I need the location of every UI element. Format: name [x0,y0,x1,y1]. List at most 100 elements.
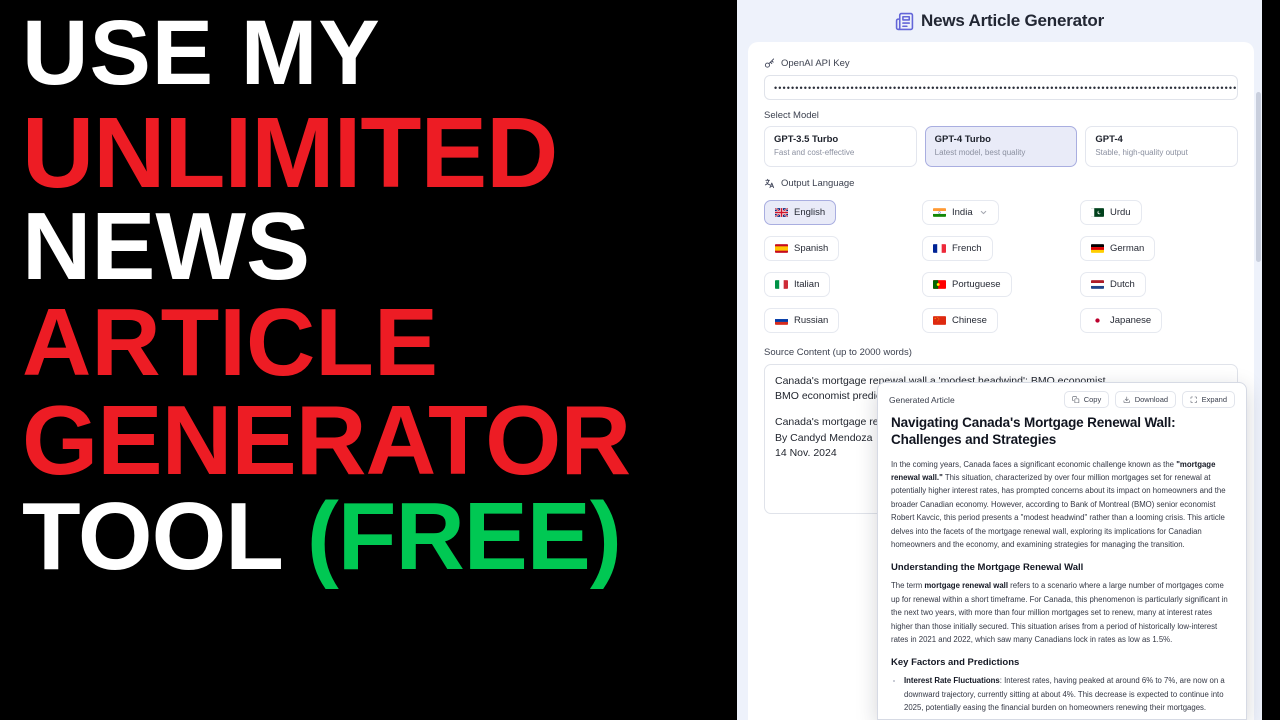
thumbnail-headline: USE MY UNLIMITED NEWS ARTICLE GENERATOR … [0,0,790,720]
headline-line-3: NEWS [22,193,310,301]
language-option-russian[interactable]: Russian [764,308,840,334]
language-cell: Chinese [922,303,1080,339]
flag-cn-icon [933,316,946,326]
language-option-chinese[interactable]: Chinese [922,308,998,334]
language-cell: India [922,195,1080,231]
flag-fr-icon [933,244,946,254]
language-cell: Italian [764,267,922,303]
copy-button-label: Copy [1083,395,1102,404]
headline-line-4: ARTICLE [22,289,438,397]
section1-text-part1: The term [891,581,925,591]
key-icon [764,58,775,68]
generated-article-title: Generated Article [889,394,955,405]
article-intro-paragraph: In the coming years, Canada faces a sign… [891,458,1233,552]
model-option-gpt4turbo[interactable]: GPT-4 Turbo Latest model, best quality [924,126,1078,167]
download-button-label: Download [1134,395,1169,404]
article-heading: Navigating Canada's Mortgage Renewal Wal… [891,415,1176,448]
language-option-urdu[interactable]: Urdu [1080,200,1142,226]
expand-button-label: Expand [1201,395,1227,404]
headline-line-5: GENERATOR [22,385,631,496]
language-label: German [1110,243,1145,255]
language-cell: Russian [764,303,922,339]
section1-text-part2: refers to a scenario where a large numbe… [891,581,1228,644]
output-language-label: Output Language [764,178,1238,189]
language-option-india[interactable]: India [922,200,999,226]
language-option-dutch[interactable]: Dutch [1080,272,1146,298]
language-option-spanish[interactable]: Spanish [764,236,840,262]
generated-article-body: Navigating Canada's Mortgage Renewal Wal… [878,414,1246,715]
headline-line-1: USE MY [22,2,381,104]
download-icon [1123,396,1131,403]
intro-text-part1: In the coming years, Canada faces a sign… [891,459,1177,469]
language-label: India [952,207,973,219]
download-button[interactable]: Download [1115,391,1177,408]
model-name: GPT-3.5 Turbo [774,134,839,145]
language-option-german[interactable]: German [1080,236,1156,262]
app-title-text: News Article Generator [921,11,1104,30]
copy-button[interactable]: Copy [1064,391,1110,408]
language-label: Spanish [794,243,829,255]
language-label: English [794,207,826,219]
language-cell: German [1080,231,1238,267]
language-option-italian[interactable]: Italian [764,272,831,298]
app-header: News Article Generator [737,0,1262,42]
flag-es-icon [775,244,788,254]
language-cell: Japanese [1080,303,1238,339]
app-scrollbar-thumb[interactable] [1256,92,1261,262]
flag-nl-icon [1091,280,1104,290]
right-letterbox [1262,0,1280,720]
language-label: Urdu [1110,207,1131,219]
newspaper-icon [895,12,914,30]
language-cell: English [764,195,922,231]
language-cell: Dutch [1080,267,1238,303]
model-options: GPT-3.5 Turbo Fast and cost-effective GP… [764,126,1239,167]
list-item: Interest Rate Fluctuations: Interest rat… [904,674,1233,714]
model-desc: Fast and cost-effective [774,148,855,158]
api-key-input[interactable]: ••••••••••••••••••••••••••••••••••••••••… [764,75,1238,100]
model-name: GPT-4 [1095,134,1123,145]
flag-pt-icon [933,280,946,290]
flag-ru-icon [775,316,788,326]
flag-jp-icon [1091,316,1104,326]
headline-line-6: TOOL (FREE) [22,489,790,585]
copy-icon [1072,396,1080,403]
article-section-heading-2: Key Factors and Predictions [891,657,1020,669]
expand-button[interactable]: Expand [1182,391,1235,408]
model-option-gpt4[interactable]: GPT-4 Stable, high-quality output [1085,126,1239,167]
output-language-label-text: Output Language [781,177,855,189]
headline-tool-word: TOOL [22,483,282,591]
language-cell: Urdu [1080,195,1238,231]
language-option-portuguese[interactable]: Portuguese [922,272,1012,298]
headline-free-word: (FREE) [306,483,622,591]
model-desc: Stable, high-quality output [1095,148,1188,158]
screenshot-root: USE MY UNLIMITED NEWS ARTICLE GENERATOR … [0,0,1280,720]
language-label: Portuguese [952,279,1001,291]
api-key-label: OpenAI API Key [764,58,1238,69]
language-label: Italian [794,279,820,291]
language-label: French [952,243,982,255]
language-option-japanese[interactable]: Japanese [1080,308,1163,334]
language-label: Chinese [952,315,987,327]
article-section-heading-1: Understanding the Mortgage Renewal Wall [891,562,1084,574]
language-label: Russian [794,315,829,327]
language-cell: Portuguese [922,267,1080,303]
generated-article-actions: Copy Download Expand [1064,391,1235,408]
headline-line-2: UNLIMITED [22,97,558,210]
model-name: GPT-4 Turbo [934,134,991,145]
translate-icon [764,178,775,189]
page-title: News Article Generator [895,11,1104,31]
source-content-label: Source Content (up to 2000 words) [764,346,912,358]
language-label: Dutch [1110,279,1135,291]
language-option-english[interactable]: English [764,200,837,226]
article-bullet-list: Interest Rate Fluctuations: Interest rat… [891,674,1233,714]
generated-article-panel: Generated Article Copy Download Expand N… [877,382,1247,720]
generated-article-header: Generated Article Copy Download Expand [878,383,1246,414]
language-option-french[interactable]: French [922,236,993,262]
language-cell: Spanish [764,231,922,267]
flag-gb-icon [775,208,788,218]
flag-in-icon [933,208,946,218]
article-section1-paragraph: The term mortgage renewal wall refers to… [891,579,1233,646]
model-option-gpt35turbo[interactable]: GPT-3.5 Turbo Fast and cost-effective [764,126,917,167]
expand-icon [1190,396,1197,403]
model-desc: Latest model, best quality [934,148,1026,158]
